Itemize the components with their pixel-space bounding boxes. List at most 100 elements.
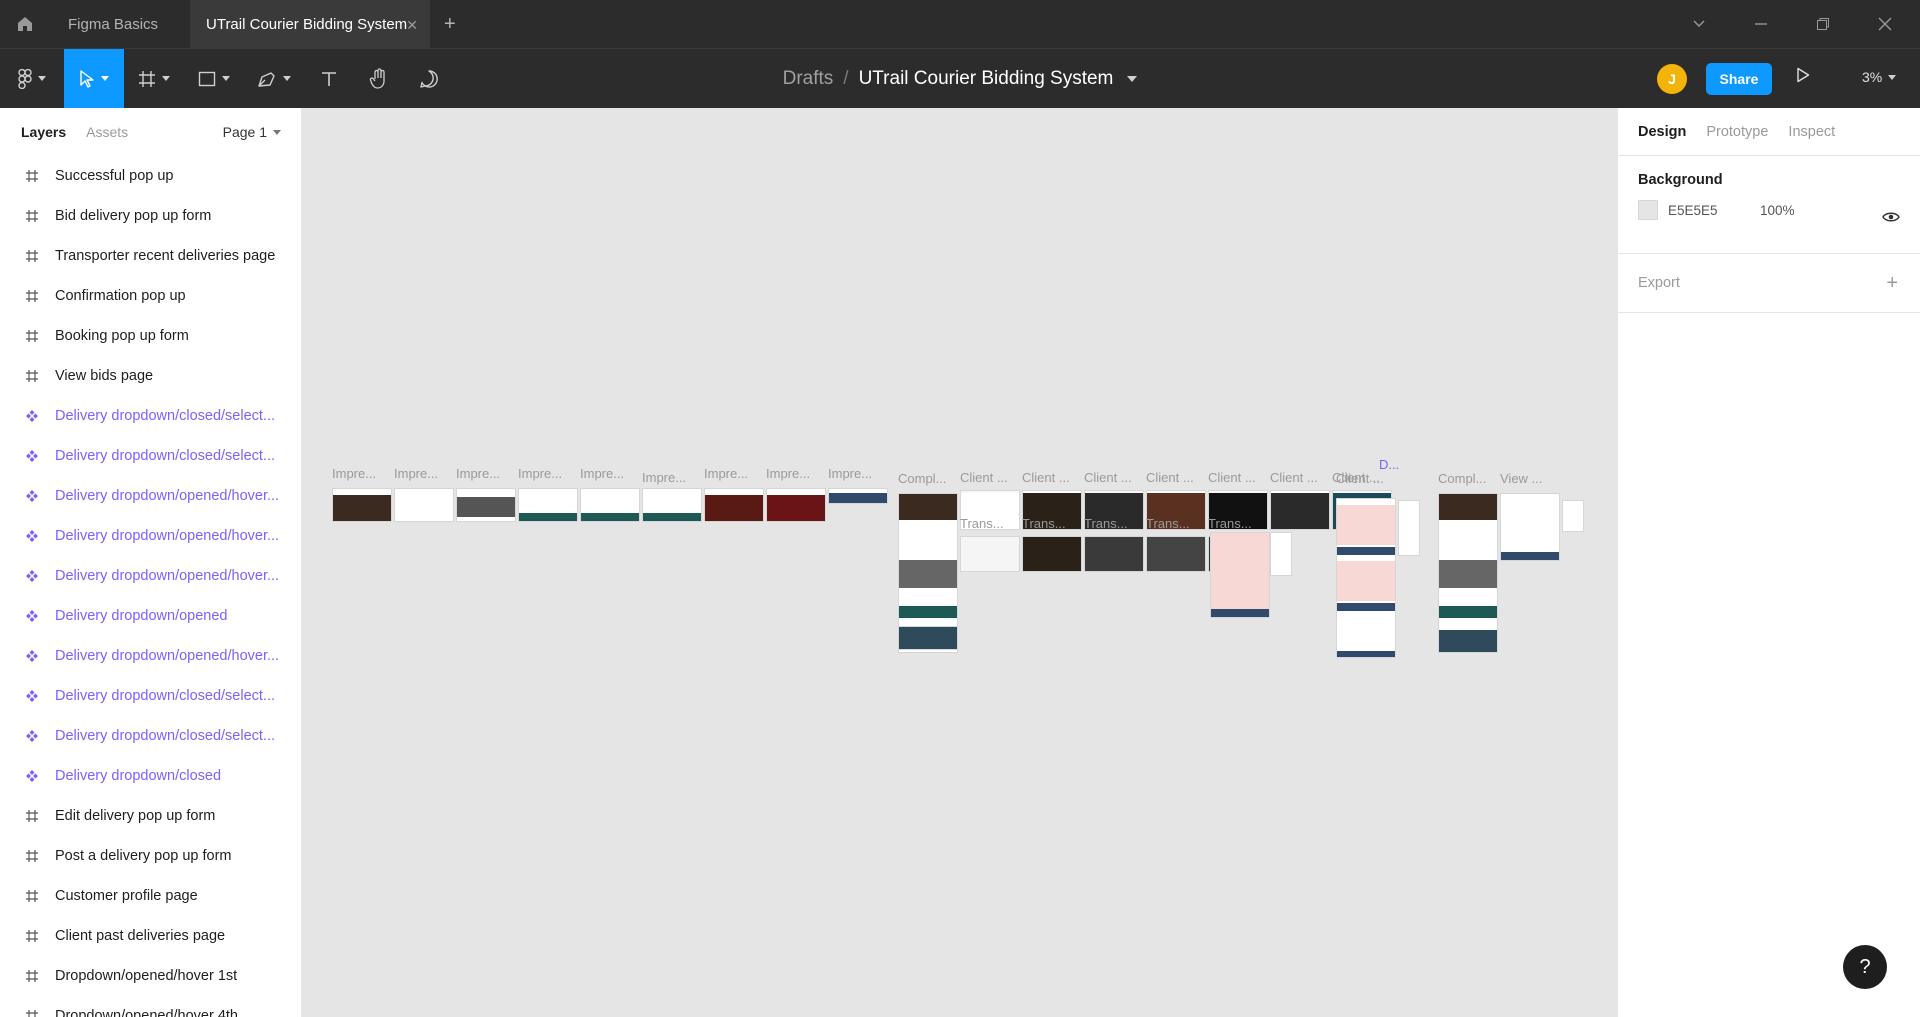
frame-label[interactable]: Impre...: [518, 466, 562, 481]
pen-tool-button[interactable]: [244, 49, 304, 109]
frame-label[interactable]: Compl...: [1438, 471, 1486, 486]
breadcrumb-drafts[interactable]: Drafts: [783, 68, 834, 90]
layer-item[interactable]: Delivery dropdown/closed: [0, 756, 301, 796]
frame-label[interactable]: Client ...: [1022, 470, 1070, 485]
chevron-down-icon[interactable]: [1127, 76, 1138, 82]
frame-tool-button[interactable]: [124, 49, 184, 109]
frame-label[interactable]: Trans...: [1022, 516, 1066, 531]
frame-label[interactable]: Impre...: [580, 466, 624, 481]
minimize-icon[interactable]: [1730, 19, 1792, 29]
tab-assets[interactable]: Assets: [86, 124, 128, 140]
frame-label[interactable]: Impre...: [828, 466, 872, 481]
close-tab-icon[interactable]: ✕: [406, 17, 418, 34]
frame-thumbnail[interactable]: [1438, 493, 1498, 653]
new-tab-icon[interactable]: +: [444, 13, 456, 36]
background-opacity-field[interactable]: 100%: [1760, 203, 1795, 218]
frame-label[interactable]: Client ...: [1146, 470, 1194, 485]
tab-design[interactable]: Design: [1638, 124, 1686, 140]
frame-label[interactable]: Client ...: [960, 470, 1008, 485]
frame-label[interactable]: Impre...: [332, 466, 376, 481]
chevron-down-icon[interactable]: [1668, 19, 1730, 29]
layer-item[interactable]: Delivery dropdown/opened/hover...: [0, 476, 301, 516]
hand-tool-button[interactable]: [354, 49, 404, 109]
main-menu-button[interactable]: [0, 49, 64, 109]
frame-thumbnail[interactable]: [1084, 536, 1144, 572]
tab-layers[interactable]: Layers: [21, 124, 66, 140]
layer-item[interactable]: Transporter recent deliveries page: [0, 236, 301, 276]
frame-label[interactable]: Impre...: [766, 466, 810, 481]
frame-label[interactable]: Impre...: [642, 470, 686, 485]
frame-label[interactable]: Impre...: [456, 466, 500, 481]
frame-thumbnail[interactable]: [332, 488, 392, 522]
frame-label[interactable]: Impre...: [704, 466, 748, 481]
layer-item[interactable]: Client past deliveries page: [0, 916, 301, 956]
tab-prototype[interactable]: Prototype: [1706, 124, 1768, 140]
frame-thumbnail[interactable]: [898, 626, 958, 650]
frame-thumbnail[interactable]: [960, 536, 1020, 572]
background-swatch[interactable]: [1638, 200, 1658, 220]
zoom-control[interactable]: 3%: [1862, 69, 1897, 85]
layer-item[interactable]: Bid delivery pop up form: [0, 196, 301, 236]
layer-item[interactable]: Delivery dropdown/closed/select...: [0, 676, 301, 716]
layer-item[interactable]: View bids page: [0, 356, 301, 396]
frame-thumbnail[interactable]: [642, 488, 702, 522]
frame-thumbnail[interactable]: [456, 488, 516, 522]
restore-icon[interactable]: [1792, 17, 1854, 31]
background-hex-field[interactable]: E5E5E5: [1668, 203, 1760, 218]
frame-thumbnail[interactable]: [1270, 490, 1330, 530]
layer-item[interactable]: Delivery dropdown/closed/select...: [0, 436, 301, 476]
frame-thumbnail[interactable]: [1336, 498, 1396, 658]
frame-label[interactable]: Client ...: [1336, 471, 1384, 486]
frame-label[interactable]: Client ...: [1084, 470, 1132, 485]
frame-thumbnail[interactable]: [766, 488, 826, 522]
frame-thumbnail[interactable]: [1562, 500, 1584, 532]
frame-thumbnail[interactable]: [1022, 536, 1082, 572]
frame-label[interactable]: Trans...: [1208, 516, 1252, 531]
shape-tool-button[interactable]: [184, 49, 244, 109]
layer-item[interactable]: Delivery dropdown/opened: [0, 596, 301, 636]
tab-utrail-courier[interactable]: UTrail Courier Bidding System ✕: [190, 0, 430, 48]
tab-inspect[interactable]: Inspect: [1788, 124, 1835, 140]
frame-thumbnail[interactable]: [1270, 532, 1292, 576]
move-tool-button[interactable]: [64, 48, 124, 109]
frame-label[interactable]: Trans...: [1146, 516, 1190, 531]
help-button[interactable]: ?: [1843, 945, 1887, 989]
file-name[interactable]: UTrail Courier Bidding System: [859, 68, 1114, 90]
frame-thumbnail[interactable]: [518, 488, 578, 522]
frame-label[interactable]: View ...: [1500, 471, 1542, 486]
layer-item[interactable]: Delivery dropdown/closed/select...: [0, 716, 301, 756]
frame-thumbnail[interactable]: [1146, 536, 1206, 572]
frame-thumbnail[interactable]: [394, 488, 454, 522]
layer-item[interactable]: Delivery dropdown/opened/hover...: [0, 636, 301, 676]
frame-thumbnail[interactable]: [580, 488, 640, 522]
layer-item[interactable]: Customer profile page: [0, 876, 301, 916]
text-tool-button[interactable]: [304, 49, 354, 109]
eye-icon[interactable]: [1882, 210, 1900, 228]
canvas[interactable]: Impre... Impre... Impre... Impre... Impre...…: [302, 108, 1617, 1017]
layer-item[interactable]: Successful pop up: [0, 156, 301, 196]
layer-item[interactable]: Delivery dropdown/opened/hover...: [0, 556, 301, 596]
layer-item[interactable]: Booking pop up form: [0, 316, 301, 356]
page-selector[interactable]: Page 1: [223, 124, 281, 140]
frame-label[interactable]: D...: [1379, 457, 1399, 472]
frame-label[interactable]: Impre...: [394, 466, 438, 481]
frame-label[interactable]: Client ...: [1270, 470, 1318, 485]
frame-label[interactable]: Client ...: [1208, 470, 1256, 485]
frame-label[interactable]: Trans...: [1084, 516, 1128, 531]
layer-item[interactable]: Dropdown/opened/hover 4th: [0, 996, 301, 1017]
frame-label[interactable]: Trans...: [960, 516, 1004, 531]
layer-item[interactable]: Delivery dropdown/opened/hover...: [0, 516, 301, 556]
layer-item[interactable]: Confirmation pop up: [0, 276, 301, 316]
layer-item[interactable]: Edit delivery pop up form: [0, 796, 301, 836]
layer-item[interactable]: Post a delivery pop up form: [0, 836, 301, 876]
frame-thumbnail[interactable]: [1210, 532, 1270, 618]
frame-thumbnail[interactable]: [704, 488, 764, 522]
frame-thumbnail[interactable]: [1398, 500, 1420, 556]
comment-tool-button[interactable]: [404, 49, 454, 109]
frame-thumbnail[interactable]: [1500, 493, 1560, 561]
add-export-icon[interactable]: +: [1886, 272, 1898, 295]
frame-thumbnail[interactable]: [828, 488, 888, 504]
frame-label[interactable]: Compl...: [898, 471, 946, 486]
present-play-icon[interactable]: [1796, 67, 1810, 88]
layer-item[interactable]: Delivery dropdown/closed/select...: [0, 396, 301, 436]
